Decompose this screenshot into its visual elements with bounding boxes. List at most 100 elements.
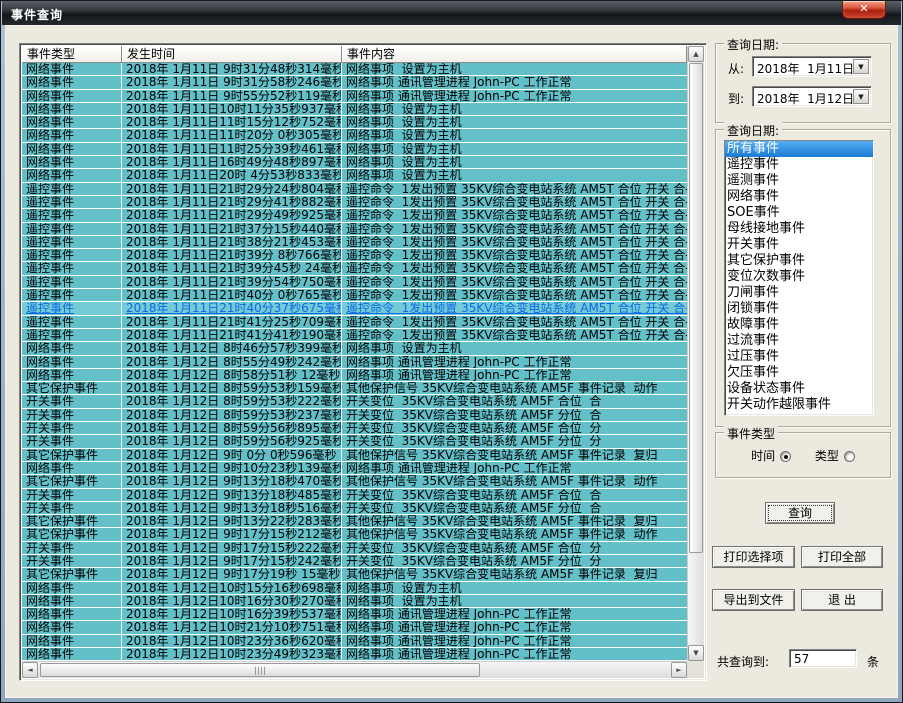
table-row[interactable]: 网络事件2018年 1月11日 9时31分48秒314毫秒网络事项 设置为主机: [22, 63, 687, 76]
event-type-item[interactable]: 欠压事件: [725, 365, 873, 381]
scroll-up-button[interactable]: ▲: [688, 46, 704, 62]
scroll-right-button[interactable]: ►: [671, 662, 687, 678]
event-type-item[interactable]: 网络事件: [725, 189, 873, 205]
table-row[interactable]: 网络事件2018年 1月11日11时20分 0秒305毫秒网络事项 设置为主机: [22, 129, 687, 142]
scroll-down-button[interactable]: ▼: [688, 645, 704, 661]
event-type-item[interactable]: 过流事件: [725, 333, 873, 349]
event-type-item[interactable]: 变位次数事件: [725, 269, 873, 285]
table-row[interactable]: 网络事件2018年 1月11日11时15分12秒752毫秒网络事项 设置为主机: [22, 116, 687, 129]
event-type-item[interactable]: 遥测事件: [725, 173, 873, 189]
table-row[interactable]: 网络事件2018年 1月12日10时21分10秒751毫秒网络事项 通讯管理进程…: [22, 621, 687, 634]
export-button[interactable]: 导出到文件: [712, 589, 795, 611]
table-row[interactable]: 遥控事件2018年 1月11日21时38分21秒453毫秒遥控命令 1发出预置 …: [22, 236, 687, 249]
to-date-dropdown-button[interactable]: ▼: [853, 89, 869, 104]
table-row[interactable]: 开关事件2018年 1月12日 9时17分15秒222毫秒开关变位 35KV综合…: [22, 542, 687, 555]
cell-content: 网络事项 设置为主机: [342, 143, 687, 155]
table-row[interactable]: 网络事件2018年 1月12日10时16分39秒537毫秒网络事项 通讯管理进程…: [22, 608, 687, 621]
table-row[interactable]: 网络事件2018年 1月11日 9时55分52秒119毫秒网络事项 通讯管理进程…: [22, 90, 687, 103]
table-row[interactable]: 开关事件2018年 1月12日 8时59分53秒222毫秒开关变位 35KV综合…: [22, 395, 687, 408]
vertical-scroll-thumb[interactable]: [689, 63, 703, 553]
event-type-item[interactable]: 闭锁事件: [725, 301, 873, 317]
from-date-dropdown[interactable]: 2018年 1月11日 ▼: [752, 56, 872, 77]
table-row[interactable]: 遥控事件2018年 1月11日21时29分41秒882毫秒遥控命令 1发出预置 …: [22, 196, 687, 209]
event-type-item[interactable]: 过压事件: [725, 349, 873, 365]
cell-type: 网络事件: [22, 90, 122, 102]
event-type-item[interactable]: 所有事件: [725, 141, 873, 157]
scroll-left-button[interactable]: ◄: [22, 662, 38, 678]
table-row[interactable]: 网络事件2018年 1月12日 8时58分51秒 12毫秒网络事项 通讯管理进程…: [22, 369, 687, 382]
table-row[interactable]: 遥控事件2018年 1月11日21时37分15秒440毫秒遥控命令 1发出预置 …: [22, 223, 687, 236]
table-row[interactable]: 网络事件2018年 1月11日16时49分48秒897毫秒网络事项 设置为主机: [22, 156, 687, 169]
table-row[interactable]: 遥控事件2018年 1月11日21时41分41秒190毫秒遥控命令 1发出预置 …: [22, 329, 687, 342]
cell-time: 2018年 1月12日10时23分49秒323毫秒: [122, 648, 342, 660]
table-row[interactable]: 网络事件2018年 1月12日10时23分36秒620毫秒网络事项 通讯管理进程…: [22, 635, 687, 648]
table-row[interactable]: 遥控事件2018年 1月11日21时39分45秒 24毫秒遥控命令 1发出预置 …: [22, 262, 687, 275]
table-row[interactable]: 开关事件2018年 1月12日 9时13分18秒516毫秒开关变位 35KV综合…: [22, 502, 687, 515]
table-row[interactable]: 其它保护事件2018年 1月12日 9时17分15秒212毫秒其他保护信号 35…: [22, 528, 687, 541]
cell-content: 网络事项 通讯管理进程 John-PC 工作正常: [342, 621, 687, 633]
event-type-item[interactable]: 母线接地事件: [725, 221, 873, 237]
table-row[interactable]: 开关事件2018年 1月12日 8时59分56秒895毫秒开关变位 35KV综合…: [22, 422, 687, 435]
column-header-type[interactable]: 事件类型: [22, 46, 122, 63]
cell-content: 其他保护信号 35KV综合变电站系统 AM5F 事件记录 复归: [342, 515, 687, 527]
horizontal-scroll-thumb[interactable]: [40, 663, 480, 677]
table-row[interactable]: 遥控事件2018年 1月11日21时39分 8秒766毫秒遥控命令 1发出预置 …: [22, 249, 687, 262]
table-row[interactable]: 网络事件2018年 1月11日11时25分39秒461毫秒网络事项 设置为主机: [22, 143, 687, 156]
table-row[interactable]: 开关事件2018年 1月12日 8时59分56秒925毫秒开关变位 35KV综合…: [22, 435, 687, 448]
cell-type: 开关事件: [22, 435, 122, 447]
table-row[interactable]: 其它保护事件2018年 1月12日 9时 0分 0秒596毫秒其他保护信号 35…: [22, 449, 687, 462]
print-selected-button[interactable]: 打印选择项: [712, 546, 795, 568]
table-row[interactable]: 网络事件2018年 1月12日 8时46分57秒399毫秒网络事项 设置为主机: [22, 342, 687, 355]
table-row[interactable]: 其它保护事件2018年 1月12日 9时17分19秒 15毫秒其他保护信号 35…: [22, 568, 687, 581]
cell-time: 2018年 1月12日 9时13分18秒485毫秒: [122, 489, 342, 501]
table-row[interactable]: 网络事件2018年 1月12日10时15分16秒698毫秒网络事项 设置为主机: [22, 582, 687, 595]
radio-option-time[interactable]: 时间: [751, 447, 791, 464]
table-row[interactable]: 遥控事件2018年 1月11日21时29分24秒804毫秒遥控命令 1发出预置 …: [22, 183, 687, 196]
table-row[interactable]: 网络事件2018年 1月12日 9时10分23秒139毫秒网络事项 通讯管理进程…: [22, 462, 687, 475]
event-type-item[interactable]: 故障事件: [725, 317, 873, 333]
table-row[interactable]: 网络事件2018年 1月11日20时 4分53秒833毫秒网络事项 设置为主机: [22, 169, 687, 182]
table-row[interactable]: 网络事件2018年 1月12日10时16分30秒270毫秒网络事项 设置为主机: [22, 595, 687, 608]
result-count-field[interactable]: 57: [789, 649, 857, 668]
event-type-item[interactable]: 刀闸事件: [725, 285, 873, 301]
column-header-time[interactable]: 发生时间: [122, 46, 342, 63]
event-type-item[interactable]: 设备状态事件: [725, 381, 873, 397]
column-header-content[interactable]: 事件内容: [342, 46, 687, 63]
table-row[interactable]: 其它保护事件2018年 1月12日 9时13分18秒470毫秒其他保护信号 35…: [22, 475, 687, 488]
table-row[interactable]: 网络事件2018年 1月11日 9时31分58秒246毫秒网络事项 通讯管理进程…: [22, 76, 687, 89]
table-row[interactable]: 遥控事件2018年 1月11日21时39分54秒750毫秒遥控命令 1发出预置 …: [22, 276, 687, 289]
title-bar[interactable]: 事件查询 ✕: [2, 1, 901, 25]
table-row[interactable]: 开关事件2018年 1月12日 8时59分53秒237毫秒开关变位 35KV综合…: [22, 409, 687, 422]
event-type-item[interactable]: 遥控事件: [725, 157, 873, 173]
event-type-item[interactable]: SOE事件: [725, 205, 873, 221]
radio-type-button[interactable]: [844, 451, 855, 462]
from-date-dropdown-button[interactable]: ▼: [853, 59, 869, 74]
event-type-item[interactable]: 开关动作越限事件: [725, 397, 873, 413]
radio-option-type[interactable]: 类型: [815, 447, 855, 464]
vertical-scrollbar[interactable]: ▲ ▼: [687, 46, 704, 661]
table-row[interactable]: 遥控事件2018年 1月11日21时29分49秒925毫秒遥控命令 1发出预置 …: [22, 209, 687, 222]
table-row[interactable]: 其它保护事件2018年 1月12日 9时13分22秒283毫秒其他保护信号 35…: [22, 515, 687, 528]
horizontal-scrollbar[interactable]: ◄ ►: [22, 661, 687, 678]
table-row[interactable]: 网络事件2018年 1月12日10时23分49秒323毫秒网络事项 通讯管理进程…: [22, 648, 687, 661]
close-button[interactable]: ✕: [842, 1, 886, 19]
table-row[interactable]: 遥控事件2018年 1月11日21时41分25秒709毫秒遥控命令 1发出预置 …: [22, 316, 687, 329]
exit-button[interactable]: 退 出: [801, 589, 883, 611]
event-type-listbox[interactable]: 所有事件遥控事件遥测事件网络事件SOE事件母线接地事件开关事件其它保护事件变位次…: [724, 140, 874, 416]
table-row[interactable]: 遥控事件2018年 1月11日21时40分 0秒765毫秒遥控命令 1发出预置 …: [22, 289, 687, 302]
print-selected-label: 打印选择项: [715, 549, 792, 565]
cell-content: 网络事项 设置为主机: [342, 63, 687, 75]
table-row[interactable]: 网络事件2018年 1月12日 8时55分49秒242毫秒网络事项 通讯管理进程…: [22, 356, 687, 369]
radio-time-button[interactable]: [780, 451, 791, 462]
cell-content: 其他保护信号 35KV综合变电站系统 AM5F 事件记录 动作: [342, 475, 687, 487]
print-all-button[interactable]: 打印全部: [801, 546, 883, 568]
query-button[interactable]: 查询: [765, 502, 835, 524]
table-row[interactable]: 开关事件2018年 1月12日 9时13分18秒485毫秒开关变位 35KV综合…: [22, 489, 687, 502]
table-row[interactable]: 其它保护事件2018年 1月12日 8时59分53秒159毫秒其他保护信号 35…: [22, 382, 687, 395]
to-date-dropdown[interactable]: 2018年 1月12日 ▼: [752, 86, 872, 107]
table-row[interactable]: 网络事件2018年 1月11日10时11分35秒937毫秒网络事项 设置为主机: [22, 103, 687, 116]
event-type-item[interactable]: 其它保护事件: [725, 253, 873, 269]
table-row[interactable]: 开关事件2018年 1月12日 9时17分15秒242毫秒开关变位 35KV综合…: [22, 555, 687, 568]
event-type-item[interactable]: 开关事件: [725, 237, 873, 253]
table-row[interactable]: 遥控事件2018年 1月11日21时40分37秒675毫秒遥控命令 1发出预置 …: [22, 302, 687, 315]
